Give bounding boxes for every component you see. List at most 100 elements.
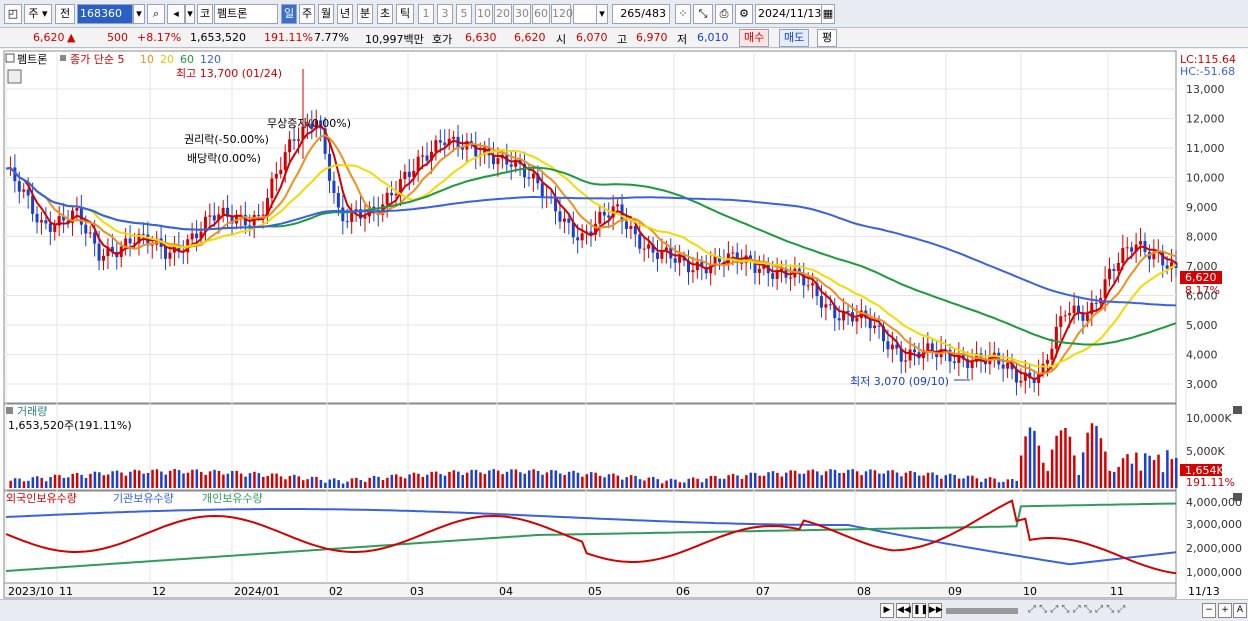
volume-bar xyxy=(829,469,832,488)
period-day[interactable]: 일 xyxy=(281,4,297,24)
unit-120[interactable]: 120 xyxy=(551,4,573,24)
unit-20[interactable]: 20 xyxy=(494,4,512,24)
volume-bar xyxy=(1011,479,1014,488)
count-field[interactable]: 265/483 xyxy=(612,4,670,24)
scroll-first-icon[interactable]: ◀◀ xyxy=(896,603,911,618)
volume-bar xyxy=(656,479,659,488)
period-week[interactable]: 주 xyxy=(299,4,315,24)
volume-bar xyxy=(231,471,234,488)
volume-bar xyxy=(439,474,442,488)
price-ytick: 9,000 xyxy=(1186,201,1218,214)
unit-dropdown-icon[interactable]: ▾ xyxy=(596,4,608,24)
unit-10[interactable]: 10 xyxy=(475,4,493,24)
volume-bar xyxy=(355,477,358,488)
volume-bar xyxy=(173,469,176,488)
volume-bar xyxy=(944,475,948,488)
flat-button[interactable]: 평 xyxy=(817,29,838,47)
tools-icon[interactable]: ⤡ xyxy=(693,4,713,24)
scroll-last-icon[interactable]: ▶▶ xyxy=(928,603,943,618)
candle-body xyxy=(890,344,894,350)
zoom-in-icon[interactable]: + xyxy=(1218,603,1232,618)
volume-bar xyxy=(975,478,979,488)
volume-close-icon[interactable] xyxy=(1233,406,1242,414)
candle-body xyxy=(624,221,628,229)
volume-bar xyxy=(771,471,775,488)
date-field[interactable]: 2024/11/13 xyxy=(755,4,823,24)
volume-bar xyxy=(403,478,407,488)
volume-bar xyxy=(62,477,66,488)
candle-body xyxy=(407,171,411,177)
unit-30[interactable]: 30 xyxy=(513,4,531,24)
volume-bar xyxy=(501,474,504,488)
candle-body xyxy=(434,140,438,152)
gear-icon[interactable]: ⚙ xyxy=(735,4,753,24)
period-year[interactable]: 년 xyxy=(337,4,353,24)
auto-scale-icon[interactable]: A xyxy=(1233,603,1247,618)
volume-bar xyxy=(386,477,389,488)
period-second[interactable]: 초 xyxy=(377,4,393,24)
price-ytick: 7,000 xyxy=(1186,260,1218,273)
volume-bar xyxy=(753,472,757,488)
volume-bar xyxy=(727,475,730,488)
sound-dropdown-icon[interactable]: ▾ xyxy=(185,4,195,24)
legend-ma20: 20 xyxy=(160,53,174,66)
volume-bar xyxy=(669,478,673,488)
candle-body xyxy=(248,225,252,227)
grid-toggle-icon[interactable] xyxy=(7,69,22,84)
open-price: 6,070 xyxy=(576,31,608,44)
volume-bar xyxy=(106,474,110,488)
holding-close-icon[interactable] xyxy=(1233,493,1242,501)
volume-bar xyxy=(195,469,199,488)
grid-icon[interactable]: ⁘ xyxy=(675,4,691,24)
unit-3[interactable]: 3 xyxy=(437,4,453,24)
stock-code-input[interactable]: 168360 xyxy=(77,4,133,24)
period-minute[interactable]: 분 xyxy=(357,4,373,24)
scroll-pause-icon[interactable]: ❚❚ xyxy=(912,603,928,618)
zoom-out-icon[interactable]: − xyxy=(1202,603,1216,618)
zoom-tools-icon[interactable]: ⤢ ⤡ ⤢ ⤡ ⤢ ⤡ ⤢ ⤡ ⤢ xyxy=(1028,604,1125,615)
price-panel-frame xyxy=(3,50,1177,404)
candle-body xyxy=(345,221,349,223)
chart-type-icon[interactable]: ◰ xyxy=(4,4,22,24)
volume-bar xyxy=(855,471,859,488)
volume-bar xyxy=(776,472,779,488)
x-axis-label: 11 xyxy=(59,585,73,598)
volume-bar xyxy=(523,473,527,488)
stock-name-field[interactable]: 펨트론 xyxy=(214,4,278,24)
calendar-icon[interactable]: ▦ xyxy=(821,4,835,24)
unit-1[interactable]: 1 xyxy=(418,4,434,24)
scroll-track[interactable] xyxy=(946,608,1018,614)
period-tick[interactable]: 틱 xyxy=(396,4,414,24)
scroll-right-icon[interactable]: ▶ xyxy=(880,603,894,618)
candle-body xyxy=(297,139,300,141)
volume-bar xyxy=(1126,454,1129,488)
volume-bar xyxy=(168,470,172,488)
sound-icon[interactable]: ◂ xyxy=(167,4,185,24)
price-ytick: 10,000 xyxy=(1186,172,1225,185)
volume-bar xyxy=(980,481,983,488)
print-icon[interactable]: ⎙ xyxy=(715,4,733,24)
unit-5[interactable]: 5 xyxy=(456,4,472,24)
unit-60[interactable]: 60 xyxy=(532,4,550,24)
volume-bar xyxy=(612,473,615,488)
prev-button[interactable]: 전 xyxy=(55,4,75,24)
volume-bar xyxy=(337,480,340,488)
candle-body xyxy=(1077,305,1080,313)
volume-bar xyxy=(891,470,894,488)
candle-body xyxy=(673,258,677,263)
volume-bar xyxy=(217,470,221,488)
period-type-select[interactable]: 주 ▾ xyxy=(24,4,52,24)
volume-bar xyxy=(67,477,70,488)
buy-button[interactable]: 매수 xyxy=(739,29,770,47)
code-dropdown-icon[interactable]: ▾ xyxy=(133,4,145,24)
volume-bar xyxy=(208,471,212,488)
sell-button[interactable]: 매도 xyxy=(779,29,810,47)
volume-bar xyxy=(838,472,841,488)
search-icon[interactable]: ⌕ xyxy=(147,4,165,24)
candle-body xyxy=(221,207,225,215)
candle-body xyxy=(598,211,602,224)
period-month[interactable]: 월 xyxy=(318,4,334,24)
chart-svg[interactable]: 펨트론 종가 단순 5 10 20 60 120 LC:115.64 HC:-5… xyxy=(0,49,1248,599)
volume-bar xyxy=(1130,463,1134,488)
volume-bar xyxy=(89,473,92,488)
